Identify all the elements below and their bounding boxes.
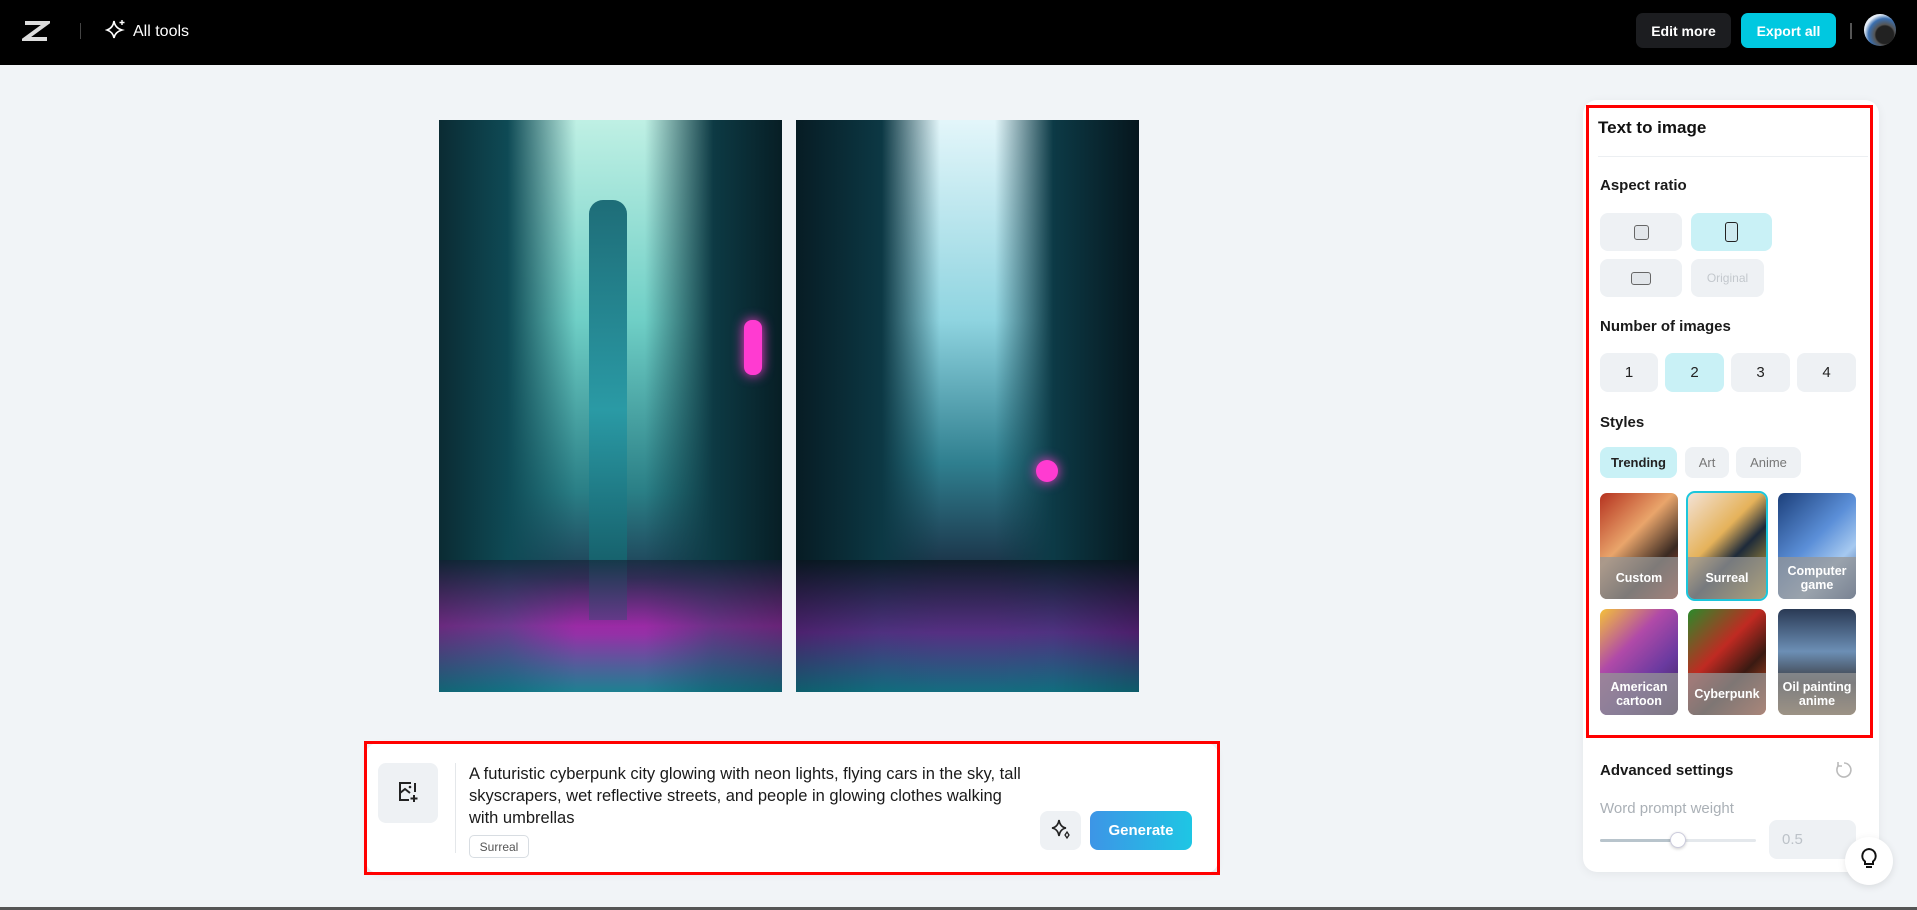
- tips-button[interactable]: [1845, 837, 1893, 885]
- tab-anime[interactable]: Anime: [1736, 447, 1801, 478]
- style-label: Surreal: [1688, 557, 1766, 599]
- square-icon: [1634, 225, 1649, 240]
- image-add-icon: [396, 780, 420, 807]
- style-oil-painting-anime[interactable]: Oil painting anime: [1778, 609, 1856, 715]
- sparkle-icon: [105, 18, 127, 45]
- landscape-icon: [1631, 272, 1651, 285]
- advanced-settings-label: Advanced settings: [1600, 762, 1733, 779]
- styles-label: Styles: [1600, 414, 1644, 431]
- enhance-prompt-button[interactable]: [1040, 811, 1081, 850]
- aspect-square-button[interactable]: [1600, 213, 1682, 251]
- top-bar: All tools Edit more Export all: [0, 0, 1917, 65]
- add-reference-image-button[interactable]: [378, 763, 438, 823]
- slider-fill: [1600, 839, 1678, 842]
- portrait-icon: [1725, 222, 1738, 242]
- capcut-logo-icon[interactable]: [22, 20, 50, 42]
- aspect-landscape-button[interactable]: [1600, 259, 1682, 297]
- weight-value-input[interactable]: 0.5: [1769, 820, 1856, 859]
- style-label: Oil painting anime: [1778, 673, 1856, 715]
- aspect-portrait-button[interactable]: [1691, 213, 1772, 251]
- style-custom[interactable]: Custom: [1600, 493, 1678, 599]
- aspect-original-button[interactable]: Original: [1691, 259, 1764, 297]
- export-all-button[interactable]: Export all: [1741, 13, 1836, 48]
- divider: [80, 23, 81, 39]
- num-images-2[interactable]: 2: [1665, 353, 1724, 392]
- lightbulb-icon: [1859, 847, 1879, 876]
- prompt-input[interactable]: A futuristic cyberpunk city glowing with…: [469, 763, 1029, 829]
- style-computer-game[interactable]: Computer game: [1778, 493, 1856, 599]
- all-tools-button[interactable]: All tools: [105, 18, 189, 45]
- tab-art[interactable]: Art: [1685, 447, 1729, 478]
- divider: [455, 763, 456, 853]
- avatar[interactable]: [1864, 14, 1896, 46]
- style-label: American cartoon: [1600, 673, 1678, 715]
- weight-slider[interactable]: [1600, 839, 1756, 842]
- num-images-3[interactable]: 3: [1731, 353, 1790, 392]
- style-cyberpunk[interactable]: Cyberpunk: [1688, 609, 1766, 715]
- generated-image-1[interactable]: [439, 120, 782, 692]
- generate-button[interactable]: Generate: [1090, 811, 1192, 850]
- style-label: Custom: [1600, 557, 1678, 599]
- style-surreal[interactable]: Surreal: [1688, 493, 1766, 599]
- style-tag[interactable]: Surreal: [469, 835, 529, 858]
- style-label: Computer game: [1778, 557, 1856, 599]
- tab-trending[interactable]: Trending: [1600, 447, 1677, 478]
- sparkle-icon: [1050, 818, 1072, 843]
- slider-handle[interactable]: [1670, 832, 1686, 848]
- num-images-1[interactable]: 1: [1600, 353, 1658, 392]
- style-label: Cyberpunk: [1688, 673, 1766, 715]
- panel-title: Text to image: [1598, 118, 1706, 138]
- generated-image-2[interactable]: [796, 120, 1139, 692]
- prompt-card: A futuristic cyberpunk city glowing with…: [366, 743, 1218, 873]
- divider: [1850, 23, 1852, 39]
- word-prompt-weight-label: Word prompt weight: [1600, 800, 1734, 817]
- all-tools-label: All tools: [133, 23, 189, 41]
- edit-more-button[interactable]: Edit more: [1636, 13, 1731, 48]
- style-american-cartoon[interactable]: American cartoon: [1600, 609, 1678, 715]
- divider: [1598, 156, 1868, 157]
- num-images-4[interactable]: 4: [1797, 353, 1856, 392]
- reset-icon[interactable]: [1834, 760, 1854, 785]
- aspect-ratio-label: Aspect ratio: [1600, 177, 1687, 194]
- number-of-images-label: Number of images: [1600, 318, 1731, 335]
